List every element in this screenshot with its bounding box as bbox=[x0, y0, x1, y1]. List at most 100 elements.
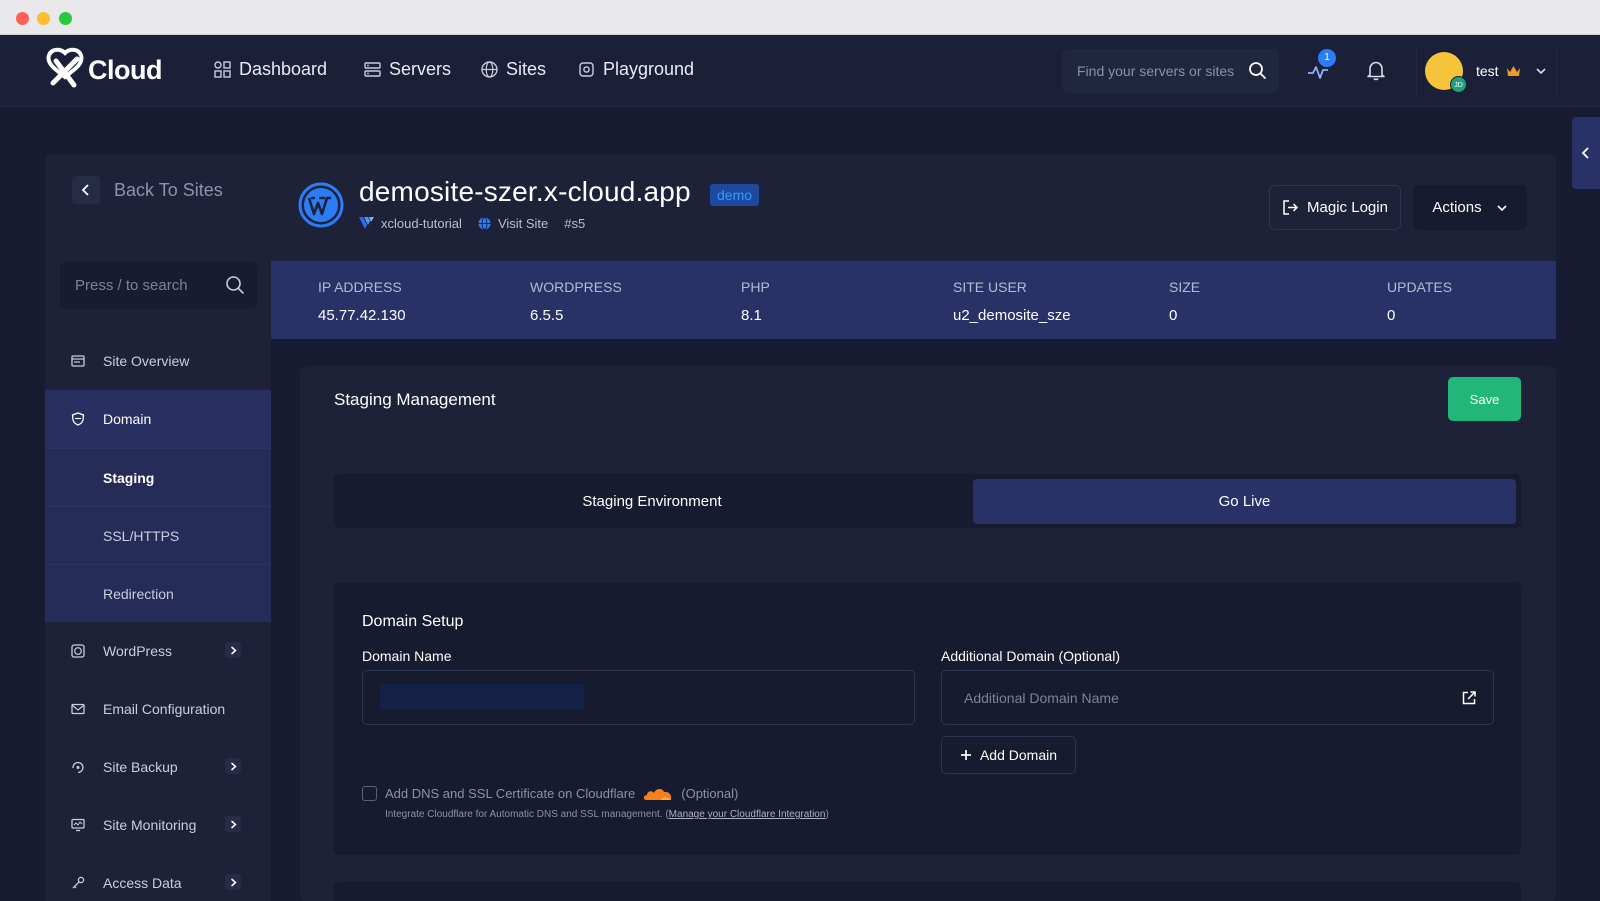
sidebar-item-label: Access Data bbox=[103, 875, 182, 891]
sidebar-item-redirection[interactable]: Redirection bbox=[45, 564, 271, 622]
backup-icon bbox=[72, 761, 84, 774]
sidebar-item-label: Site Monitoring bbox=[103, 817, 197, 833]
wordpress-logo-icon bbox=[298, 182, 344, 228]
additional-domain-input[interactable] bbox=[964, 671, 1444, 724]
sidebar-search bbox=[60, 262, 257, 309]
wordpress-icon bbox=[71, 644, 85, 658]
stat-label: SIZE bbox=[1169, 279, 1201, 295]
brand-logo[interactable]: Cloud bbox=[44, 47, 162, 89]
sidebar-item-label: SSL/HTTPS bbox=[103, 527, 180, 544]
stat-updates: UPDATES 0 bbox=[1387, 279, 1452, 324]
sidebar-item-email-configuration[interactable]: Email Configuration bbox=[45, 680, 271, 738]
cloudflare-label: Add DNS and SSL Certificate on Cloudflar… bbox=[385, 786, 636, 801]
search-icon[interactable] bbox=[225, 275, 245, 295]
nav-servers[interactable]: Servers bbox=[364, 59, 451, 80]
back-button[interactable] bbox=[72, 176, 100, 204]
sidebar-item-wordpress[interactable]: WordPress bbox=[45, 622, 271, 680]
stat-label: IP ADDRESS bbox=[318, 279, 402, 295]
playground-icon bbox=[579, 62, 594, 77]
stat-value: 0 bbox=[1387, 307, 1396, 324]
sidebar-item-site-monitoring[interactable]: Site Monitoring bbox=[45, 796, 271, 854]
domain-setup-title: Domain Setup bbox=[362, 613, 464, 630]
globe-icon bbox=[481, 61, 498, 78]
search-icon[interactable] bbox=[1248, 61, 1267, 80]
nav-sites[interactable]: Sites bbox=[481, 59, 546, 80]
nav-sites-label: Sites bbox=[506, 59, 547, 79]
user-menu[interactable]: JD test bbox=[1416, 46, 1557, 96]
nav-dashboard[interactable]: Dashboard bbox=[214, 59, 327, 80]
staging-management-panel: Staging Management Save Staging Environm… bbox=[300, 366, 1556, 901]
sidebar-item-label: Site Backup bbox=[103, 759, 178, 775]
stat-php: PHP 8.1 bbox=[741, 279, 770, 324]
manage-cloudflare-link[interactable]: Manage your Cloudflare Integration bbox=[669, 809, 826, 820]
save-button[interactable]: Save bbox=[1448, 377, 1521, 421]
window-minimize-button[interactable] bbox=[37, 12, 50, 25]
redacted-domain-value bbox=[380, 684, 584, 710]
stat-value: 6.5.5 bbox=[530, 307, 564, 324]
vultr-icon bbox=[359, 217, 374, 229]
sidebar-item-label: Redirection bbox=[103, 585, 174, 602]
magic-login-button[interactable]: Magic Login bbox=[1269, 185, 1401, 230]
sidebar-item-site-overview[interactable]: Site Overview bbox=[45, 332, 271, 390]
actions-dropdown[interactable]: Actions bbox=[1413, 185, 1527, 230]
tab-staging-environment[interactable]: Staging Environment bbox=[334, 479, 970, 524]
external-link-icon[interactable] bbox=[1461, 690, 1477, 706]
cloudflare-help: Integrate Cloudflare for Automatic DNS a… bbox=[385, 809, 669, 820]
domain-name-field[interactable] bbox=[362, 670, 915, 725]
sidebar-item-site-backup[interactable]: Site Backup bbox=[45, 738, 271, 796]
stat-label: SITE USER bbox=[953, 279, 1027, 295]
sidebar-item-ssl-https[interactable]: SSL/HTTPS bbox=[45, 506, 271, 564]
cloudflare-checkbox[interactable] bbox=[362, 786, 377, 801]
sidebar-search-input[interactable] bbox=[75, 262, 225, 309]
global-search-input[interactable] bbox=[1077, 49, 1247, 93]
user-name: test bbox=[1476, 63, 1499, 79]
window-maximize-button[interactable] bbox=[59, 12, 72, 25]
brand-name: Cloud bbox=[88, 54, 162, 85]
cloudflare-option: Add DNS and SSL Certificate on Cloudflar… bbox=[362, 786, 738, 801]
plus-icon bbox=[960, 750, 971, 760]
sidebar-item-staging[interactable]: Staging bbox=[45, 448, 271, 506]
nav-playground[interactable]: Playground bbox=[578, 59, 694, 80]
stat-value: 8.1 bbox=[741, 307, 762, 324]
additional-domain-label: Additional Domain (Optional) bbox=[941, 648, 1120, 664]
stat-wordpress: WORDPRESS 6.5.5 bbox=[530, 279, 622, 324]
panel-title: Staging Management bbox=[334, 390, 496, 409]
site-title: demosite-szer.x-cloud.app bbox=[359, 176, 691, 207]
sidebar-item-label: Domain bbox=[103, 411, 152, 427]
stat-value: 0 bbox=[1169, 307, 1178, 324]
chevron-down-icon bbox=[1536, 68, 1546, 75]
chevron-right-icon bbox=[225, 642, 241, 658]
back-to-sites-link[interactable]: Back To Sites bbox=[72, 176, 223, 204]
avatar: JD bbox=[1425, 52, 1467, 93]
stat-size: SIZE 0 bbox=[1169, 279, 1200, 324]
overview-icon bbox=[71, 355, 85, 367]
nav-playground-label: Playground bbox=[603, 59, 695, 79]
site-sidebar: Back To Sites Site Overview Domain Stagi… bbox=[45, 154, 271, 901]
domain-setup-card: Domain Setup Domain Name Additional Doma… bbox=[334, 583, 1521, 855]
site-tag-badge: demo bbox=[710, 184, 760, 206]
add-domain-button[interactable]: Add Domain bbox=[941, 736, 1076, 774]
chevron-down-icon bbox=[1497, 204, 1507, 211]
sidebar-item-access-data[interactable]: Access Data bbox=[45, 854, 271, 901]
magic-login-label: Magic Login bbox=[1307, 199, 1388, 216]
top-navbar: Cloud Dashboard Servers Sites Playground… bbox=[0, 35, 1600, 107]
panel-collapse-tab[interactable] bbox=[1572, 117, 1600, 189]
visit-site-link[interactable]: Visit Site bbox=[478, 216, 548, 231]
chevron-right-icon bbox=[225, 758, 241, 774]
server-link[interactable]: xcloud-tutorial bbox=[359, 216, 462, 231]
sidebar-item-domain[interactable]: Domain bbox=[45, 390, 271, 448]
chevron-left-icon bbox=[1581, 147, 1589, 159]
bell-icon[interactable] bbox=[1365, 59, 1387, 81]
tab-go-live[interactable]: Go Live bbox=[973, 479, 1516, 524]
domain-name-label: Domain Name bbox=[362, 648, 452, 664]
nav-servers-label: Servers bbox=[389, 59, 452, 79]
stat-label: UPDATES bbox=[1387, 279, 1453, 295]
sidebar-item-label: Staging bbox=[103, 469, 155, 486]
next-section-card bbox=[334, 882, 1521, 901]
nav-dashboard-label: Dashboard bbox=[239, 59, 328, 79]
servers-icon bbox=[364, 62, 381, 77]
stat-site-user: SITE USER u2_demosite_sze bbox=[953, 279, 1071, 324]
stat-label: WORDPRESS bbox=[530, 279, 622, 295]
stat-ip-address: IP ADDRESS 45.77.42.130 bbox=[318, 279, 406, 324]
window-close-button[interactable] bbox=[16, 12, 29, 25]
